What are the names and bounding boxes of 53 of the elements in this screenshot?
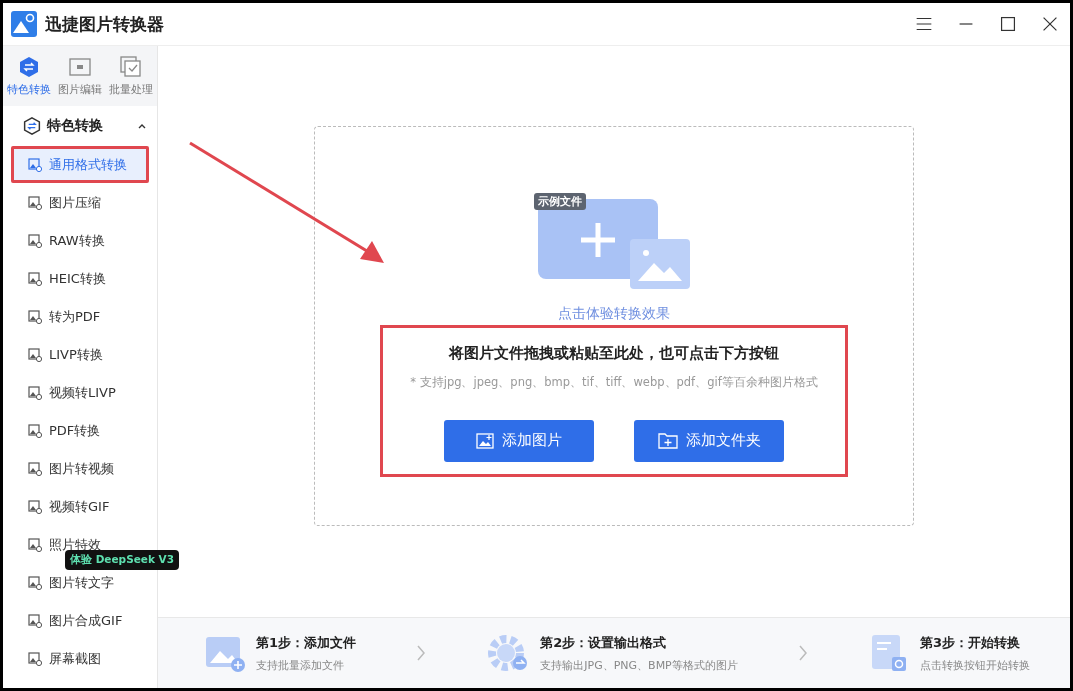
sidebar-item[interactable]: 转为PDF [11,298,149,335]
image-file-icon [28,347,42,362]
mode-tab[interactable]: 批量处理 [105,46,157,106]
sidebar-item[interactable]: 通用格式转换 [11,146,149,183]
mode-tab[interactable]: 特色转换 [3,46,55,106]
image-file-icon [28,651,42,666]
drop-zone[interactable]: 示例文件 点击体验转换效果 将图片文件拖拽或粘贴至此处，也可点击下方按钮 * 支持jpg、jpeg、png、bmp、tif、tiff、webp、pdf、gif等百余种图片格式 添加图片 添加文件夹 [314,125,914,526]
sidebar-item[interactable]: 图片合成GIF [11,602,149,639]
sidebar-item[interactable]: 图片转视频 [11,450,149,487]
image-file-icon [28,423,42,438]
batch-check-icon [120,55,143,78]
swap-icon [23,117,41,135]
mode-tab[interactable]: 图片编辑 [54,46,106,106]
image-file-icon [28,233,42,248]
swap-icon [17,55,40,78]
image-file-icon [28,309,42,324]
image-file-icon [28,613,42,628]
image-file-icon [28,499,42,514]
step-description: 支持批量添加文件 [256,657,345,673]
logo-icon [11,11,37,37]
format-hint: * 支持jpg、jpeg、png、bmp、tif、tiff、webp、pdf、gif等百余种图片格式 [410,374,818,390]
window-title: 迅捷图片转换器 [45,12,164,36]
sidebar-item[interactable]: LIVP转换 [11,336,149,373]
step-title: 第3步：开始转换 [920,633,1022,652]
add-folder-icon [657,432,678,449]
add-image-icon [476,432,494,449]
image-file-icon [28,575,42,590]
image-file-icon [28,385,42,400]
image-file-icon [28,461,42,476]
crop-icon [69,55,91,78]
step-description: 支持输出JPG、PNG、BMP等格式的图片 [540,657,738,673]
chevron-right-icon [797,644,808,662]
step-title: 第2步：设置输出格式 [540,633,668,652]
sidebar-item[interactable]: 图片压缩 [11,184,149,221]
sample-tag: 示例文件 [534,192,586,210]
image-file-icon [28,271,42,286]
step-title: 第1步：添加文件 [256,633,357,652]
sidebar-item[interactable]: 屏幕截图 [11,640,149,677]
section-header[interactable]: 特色转换 [3,106,157,146]
chevron-right-icon [416,644,427,662]
sidebar-item[interactable]: PDF转换 [11,412,149,449]
sidebar-item[interactable]: 视频转LIVP [11,374,149,411]
step-description: 点击转换按钮开始转换 [920,657,1030,673]
sidebar-item[interactable]: RAW转换 [11,222,149,259]
sidebar-item[interactable]: 视频转GIF [11,488,149,525]
drop-headline: 将图片文件拖拽或粘贴至此处，也可点击下方按钮 [449,343,779,363]
image-file-icon [28,195,42,210]
add-folder-button[interactable]: 添加文件夹 [634,419,784,462]
sidebar-item[interactable]: HEIC转换 [11,260,149,297]
add-image-button[interactable]: 添加图片 [444,419,594,462]
promo-tooltip: 体验 DeepSeek V3 [65,550,179,570]
image-file-icon [28,157,42,172]
image-file-icon [28,537,42,552]
